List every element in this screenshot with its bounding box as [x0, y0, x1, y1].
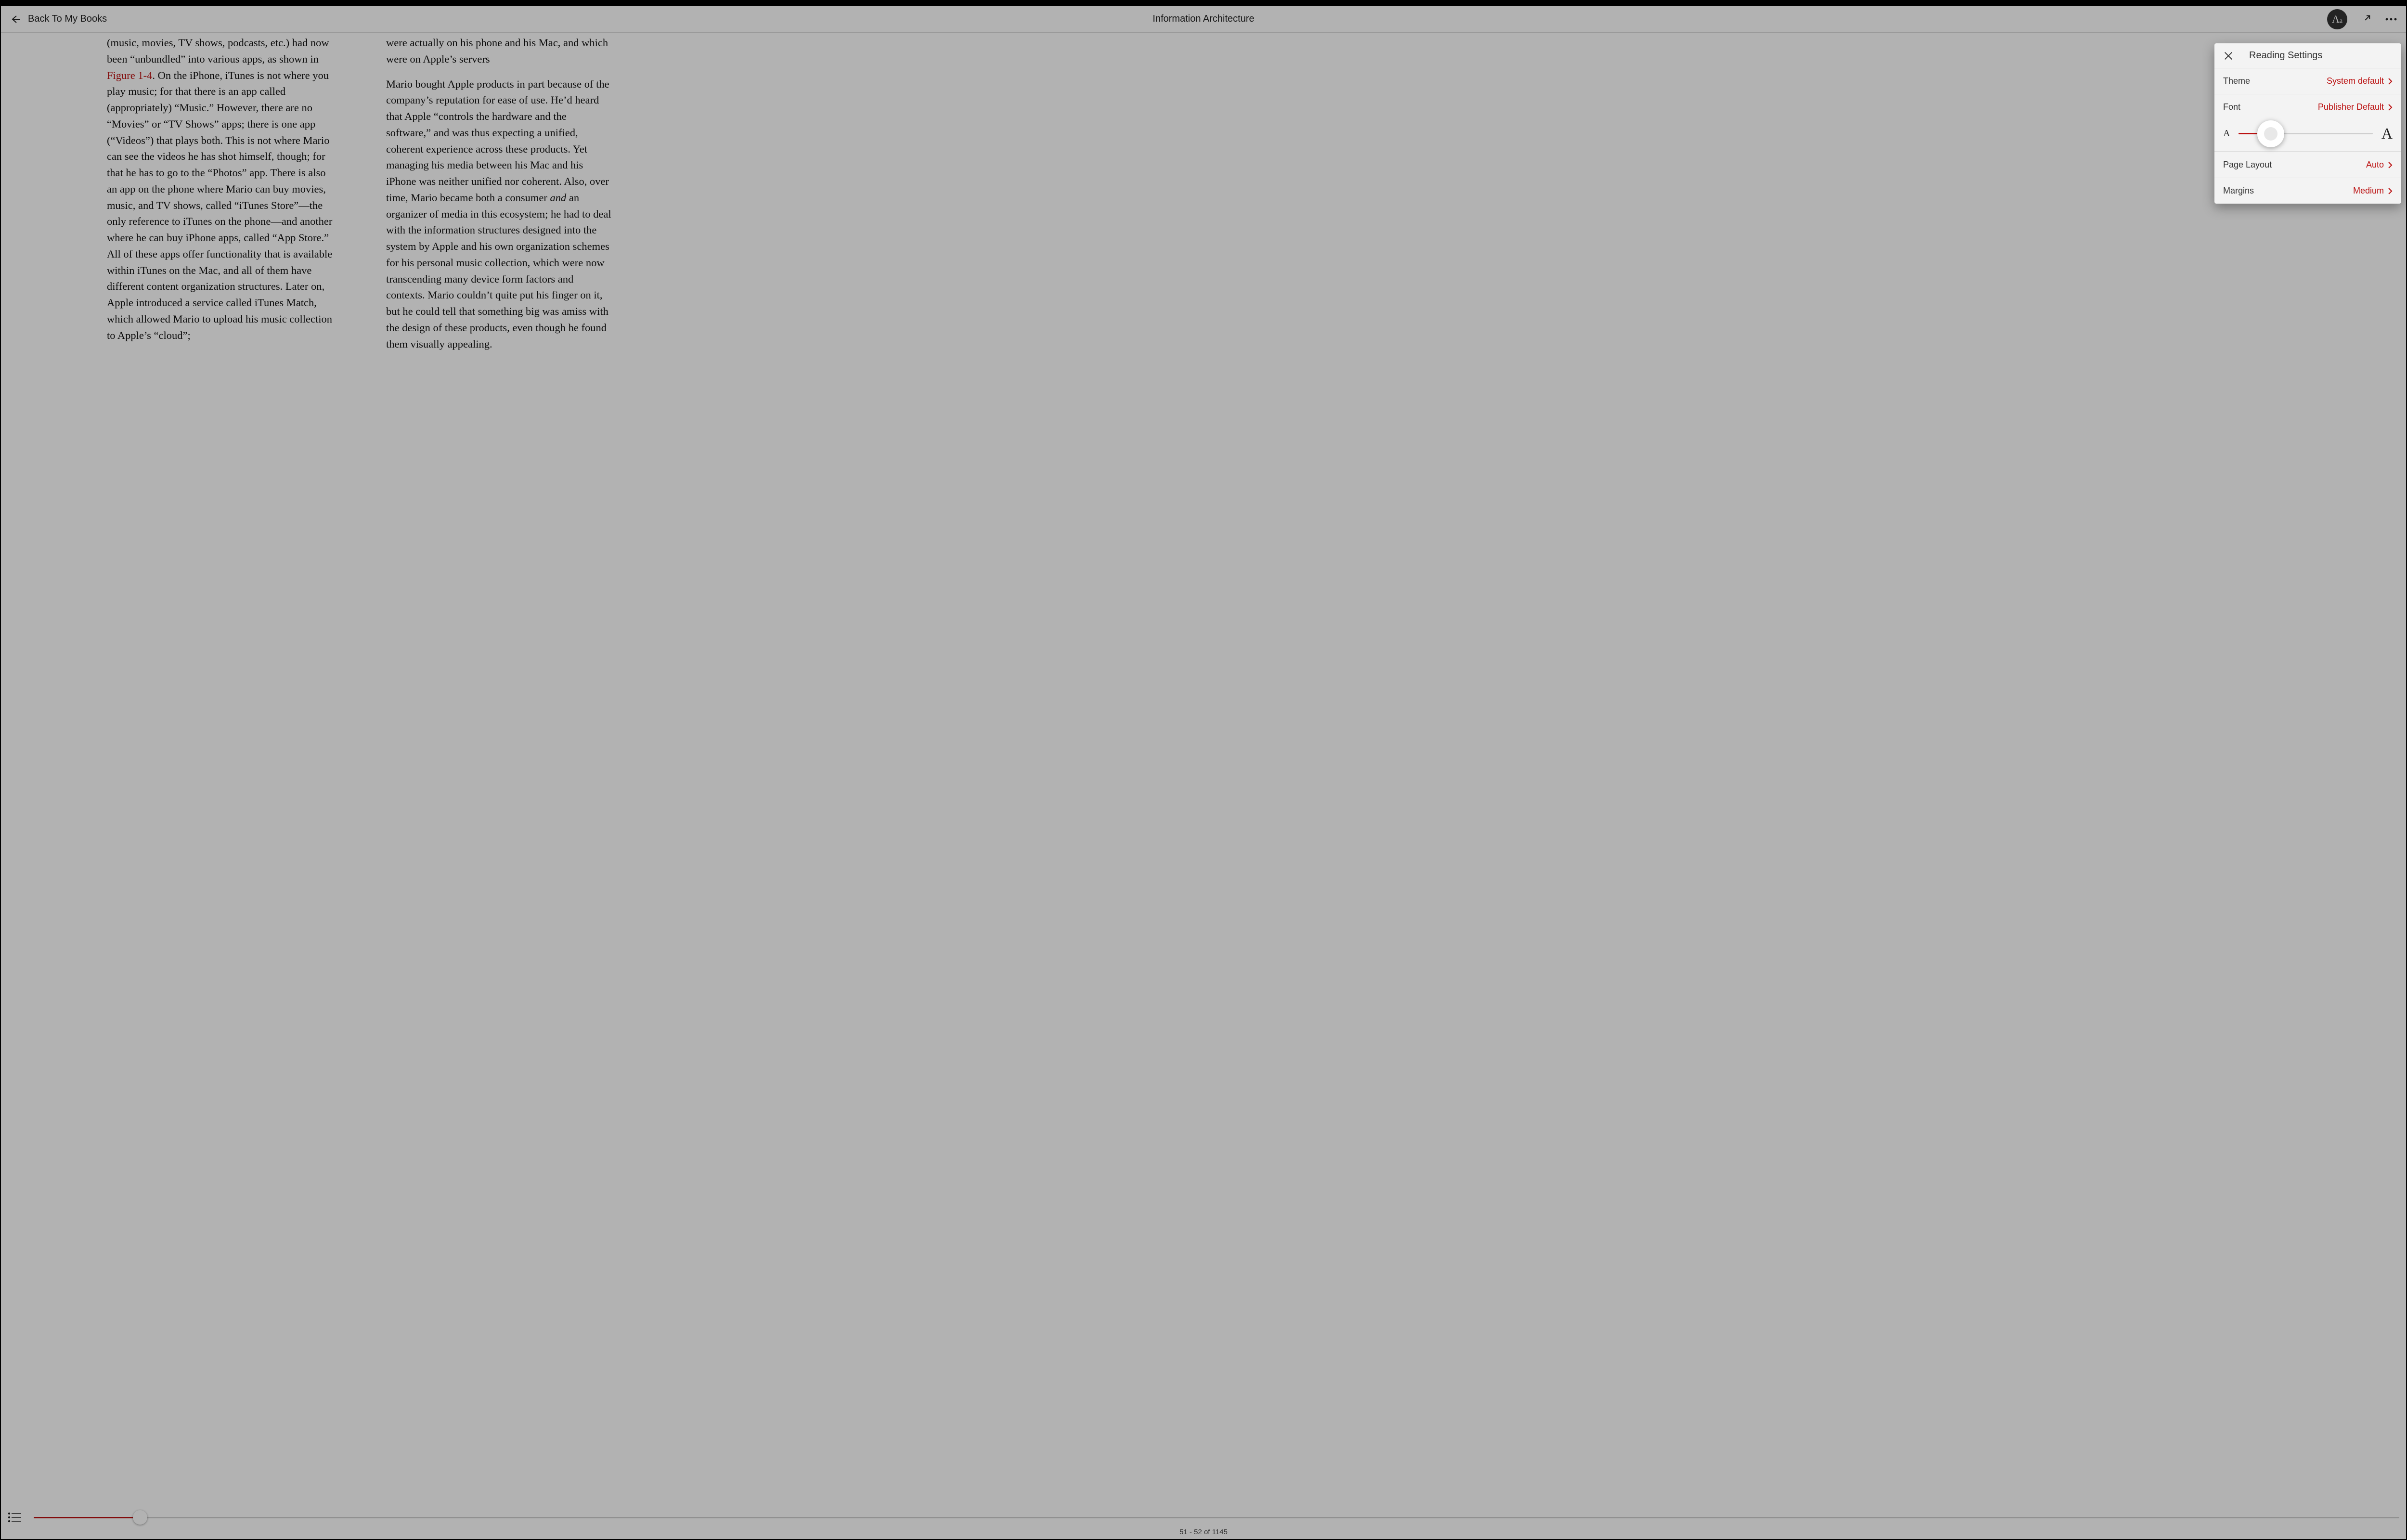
back-label: Back To My Books [28, 13, 107, 25]
chevron-right-icon [2388, 161, 2393, 169]
reading-pane[interactable]: (music, movies, TV shows, podcasts, etc.… [1, 33, 2406, 1505]
left-column: (music, movies, TV shows, podcasts, etc.… [107, 35, 333, 1505]
font-label: Font [2223, 102, 2240, 112]
font-value: Publisher Default [2318, 102, 2384, 112]
figure-reference-link[interactable]: Figure 1-4 [107, 69, 152, 81]
body-text: . On the iPhone, iTunes is not where you… [107, 69, 332, 341]
book-title: Information Architecture [1152, 13, 1254, 25]
reading-settings-popover: Reading Settings Theme System default Fo… [2214, 43, 2401, 204]
expand-icon [2361, 14, 2371, 25]
font-size-row: A A [2214, 120, 2401, 152]
page-layout-value: Auto [2366, 160, 2384, 170]
progress-slider[interactable] [34, 1517, 2399, 1518]
more-menu-button[interactable] [2385, 17, 2397, 21]
body-text: (music, movies, TV shows, podcasts, etc.… [107, 37, 329, 65]
font-aa-icon: A [2332, 9, 2340, 29]
toc-button[interactable] [8, 1512, 21, 1523]
chevron-right-icon [2388, 187, 2393, 195]
body-text: were actually on his phone and his Mac, … [386, 35, 612, 67]
margins-row[interactable]: Margins Medium [2214, 178, 2401, 204]
margins-value: Medium [2353, 186, 2384, 196]
more-icon [2385, 17, 2397, 21]
font-size-thumb[interactable] [2257, 120, 2284, 147]
theme-value: System default [2327, 76, 2384, 86]
font-settings-button[interactable]: Aa [2327, 9, 2347, 29]
body-text: Mario bought Apple products in part beca… [386, 78, 609, 204]
progress-fill [34, 1517, 140, 1518]
margins-label: Margins [2223, 186, 2254, 196]
back-arrow-icon [10, 13, 21, 25]
font-row[interactable]: Font Publisher Default [2214, 94, 2401, 120]
font-size-small-icon: A [2223, 128, 2230, 139]
page-layout-label: Page Layout [2223, 160, 2272, 170]
page-layout-row[interactable]: Page Layout Auto [2214, 152, 2401, 178]
list-icon [8, 1512, 21, 1523]
font-size-slider[interactable] [2239, 133, 2372, 134]
progress-thumb[interactable] [133, 1510, 147, 1525]
font-size-large-icon: A [2381, 125, 2393, 142]
close-icon [2223, 51, 2234, 61]
bottom-toolbar: 51 - 52 of 1145 [1, 1505, 2406, 1539]
settings-title: Reading Settings [2249, 50, 2322, 61]
close-settings-button[interactable] [2223, 51, 2234, 61]
back-button[interactable]: Back To My Books [10, 13, 107, 25]
chevron-right-icon [2388, 104, 2393, 111]
theme-label: Theme [2223, 76, 2250, 86]
top-toolbar: Back To My Books Information Architectur… [1, 6, 2406, 33]
body-text-em: and [550, 192, 567, 204]
page-indicator: 51 - 52 of 1145 [1179, 1528, 1228, 1536]
right-column: were actually on his phone and his Mac, … [386, 35, 612, 1505]
theme-row[interactable]: Theme System default [2214, 68, 2401, 94]
body-text: an organizer of media in this ecosystem;… [386, 192, 611, 350]
chevron-right-icon [2388, 78, 2393, 85]
expand-button[interactable] [2361, 14, 2371, 25]
